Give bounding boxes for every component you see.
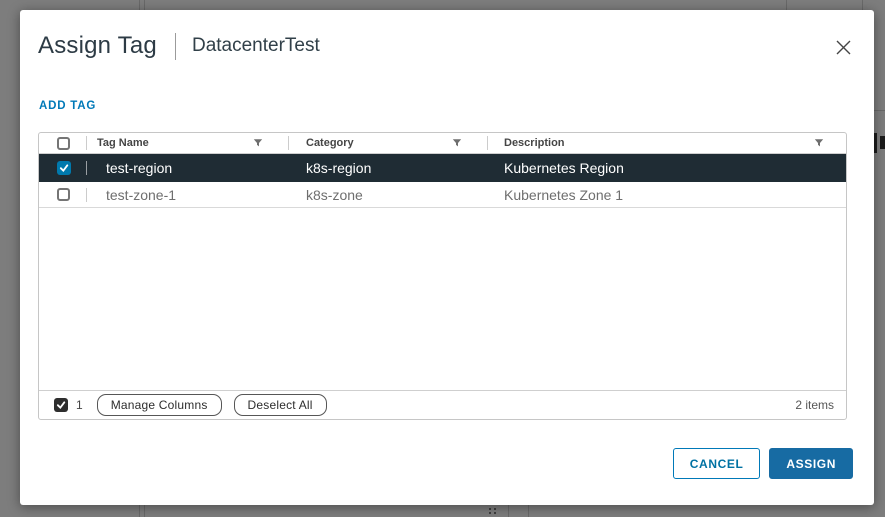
filter-icon[interactable] bbox=[253, 138, 263, 148]
dialog-actions: CANCEL ASSIGN bbox=[673, 448, 853, 479]
bg-divider bbox=[528, 505, 529, 517]
bg-divider bbox=[144, 0, 145, 10]
bg-divider bbox=[786, 0, 787, 10]
cell-category: k8s-zone bbox=[288, 182, 487, 207]
tags-table: Tag Name Category Description bbox=[38, 132, 847, 420]
row-checkbox-checked[interactable] bbox=[57, 161, 71, 175]
column-header-tag-name[interactable]: Tag Name bbox=[86, 133, 288, 153]
filter-icon[interactable] bbox=[814, 138, 824, 148]
selected-count: 1 bbox=[76, 398, 83, 412]
title-divider bbox=[175, 33, 176, 60]
column-label: Category bbox=[306, 137, 354, 149]
drag-handle-icon bbox=[489, 508, 491, 510]
drag-handle-icon bbox=[489, 512, 491, 514]
bg-divider bbox=[862, 0, 863, 10]
bg-divider bbox=[874, 110, 885, 111]
table-row[interactable]: test-zone-1 k8s-zone Kubernetes Zone 1 bbox=[39, 182, 846, 208]
cell-description: Kubernetes Zone 1 bbox=[487, 182, 846, 207]
cell-category: k8s-region bbox=[288, 154, 487, 182]
select-all-cell bbox=[39, 133, 86, 153]
add-tag-link[interactable]: ADD TAG bbox=[39, 100, 96, 112]
items-count: 2 items bbox=[795, 398, 834, 412]
deselect-all-button[interactable]: Deselect All bbox=[234, 394, 327, 416]
dialog-title: Assign Tag bbox=[38, 32, 157, 60]
cell-description: Kubernetes Region bbox=[487, 154, 846, 182]
bg-divider bbox=[144, 505, 145, 517]
bg-text-fragment bbox=[880, 136, 885, 149]
assign-button[interactable]: ASSIGN bbox=[769, 448, 853, 479]
bg-divider bbox=[508, 505, 509, 517]
table-footer: 1 Manage Columns Deselect All 2 items bbox=[39, 390, 846, 419]
dialog-object-name: DatacenterTest bbox=[192, 35, 320, 57]
row-checkbox-unchecked[interactable] bbox=[57, 188, 70, 201]
bg-divider bbox=[139, 0, 140, 10]
drag-handle-icon bbox=[494, 512, 496, 514]
cancel-button[interactable]: CANCEL bbox=[673, 448, 761, 479]
bg-divider bbox=[139, 505, 140, 517]
table-row[interactable]: test-region k8s-region Kubernetes Region bbox=[39, 154, 846, 182]
cell-tag-name: test-region bbox=[86, 154, 288, 182]
column-label: Description bbox=[504, 137, 565, 149]
column-label: Tag Name bbox=[97, 137, 149, 149]
filter-icon[interactable] bbox=[452, 138, 462, 148]
column-header-description[interactable]: Description bbox=[487, 133, 846, 153]
footer-selection-checkbox[interactable] bbox=[54, 398, 68, 412]
drag-handle-icon bbox=[494, 508, 496, 510]
manage-columns-button[interactable]: Manage Columns bbox=[97, 394, 222, 416]
table-empty-area bbox=[39, 208, 846, 390]
assign-tag-dialog: Assign Tag DatacenterTest ADD TAG Tag Na… bbox=[20, 10, 874, 505]
column-header-category[interactable]: Category bbox=[288, 133, 487, 153]
select-all-checkbox[interactable] bbox=[57, 137, 70, 150]
cell-tag-name: test-zone-1 bbox=[86, 182, 288, 207]
table-header-row: Tag Name Category Description bbox=[39, 133, 846, 154]
dialog-title-row: Assign Tag DatacenterTest bbox=[38, 32, 320, 60]
close-icon[interactable] bbox=[834, 38, 852, 56]
